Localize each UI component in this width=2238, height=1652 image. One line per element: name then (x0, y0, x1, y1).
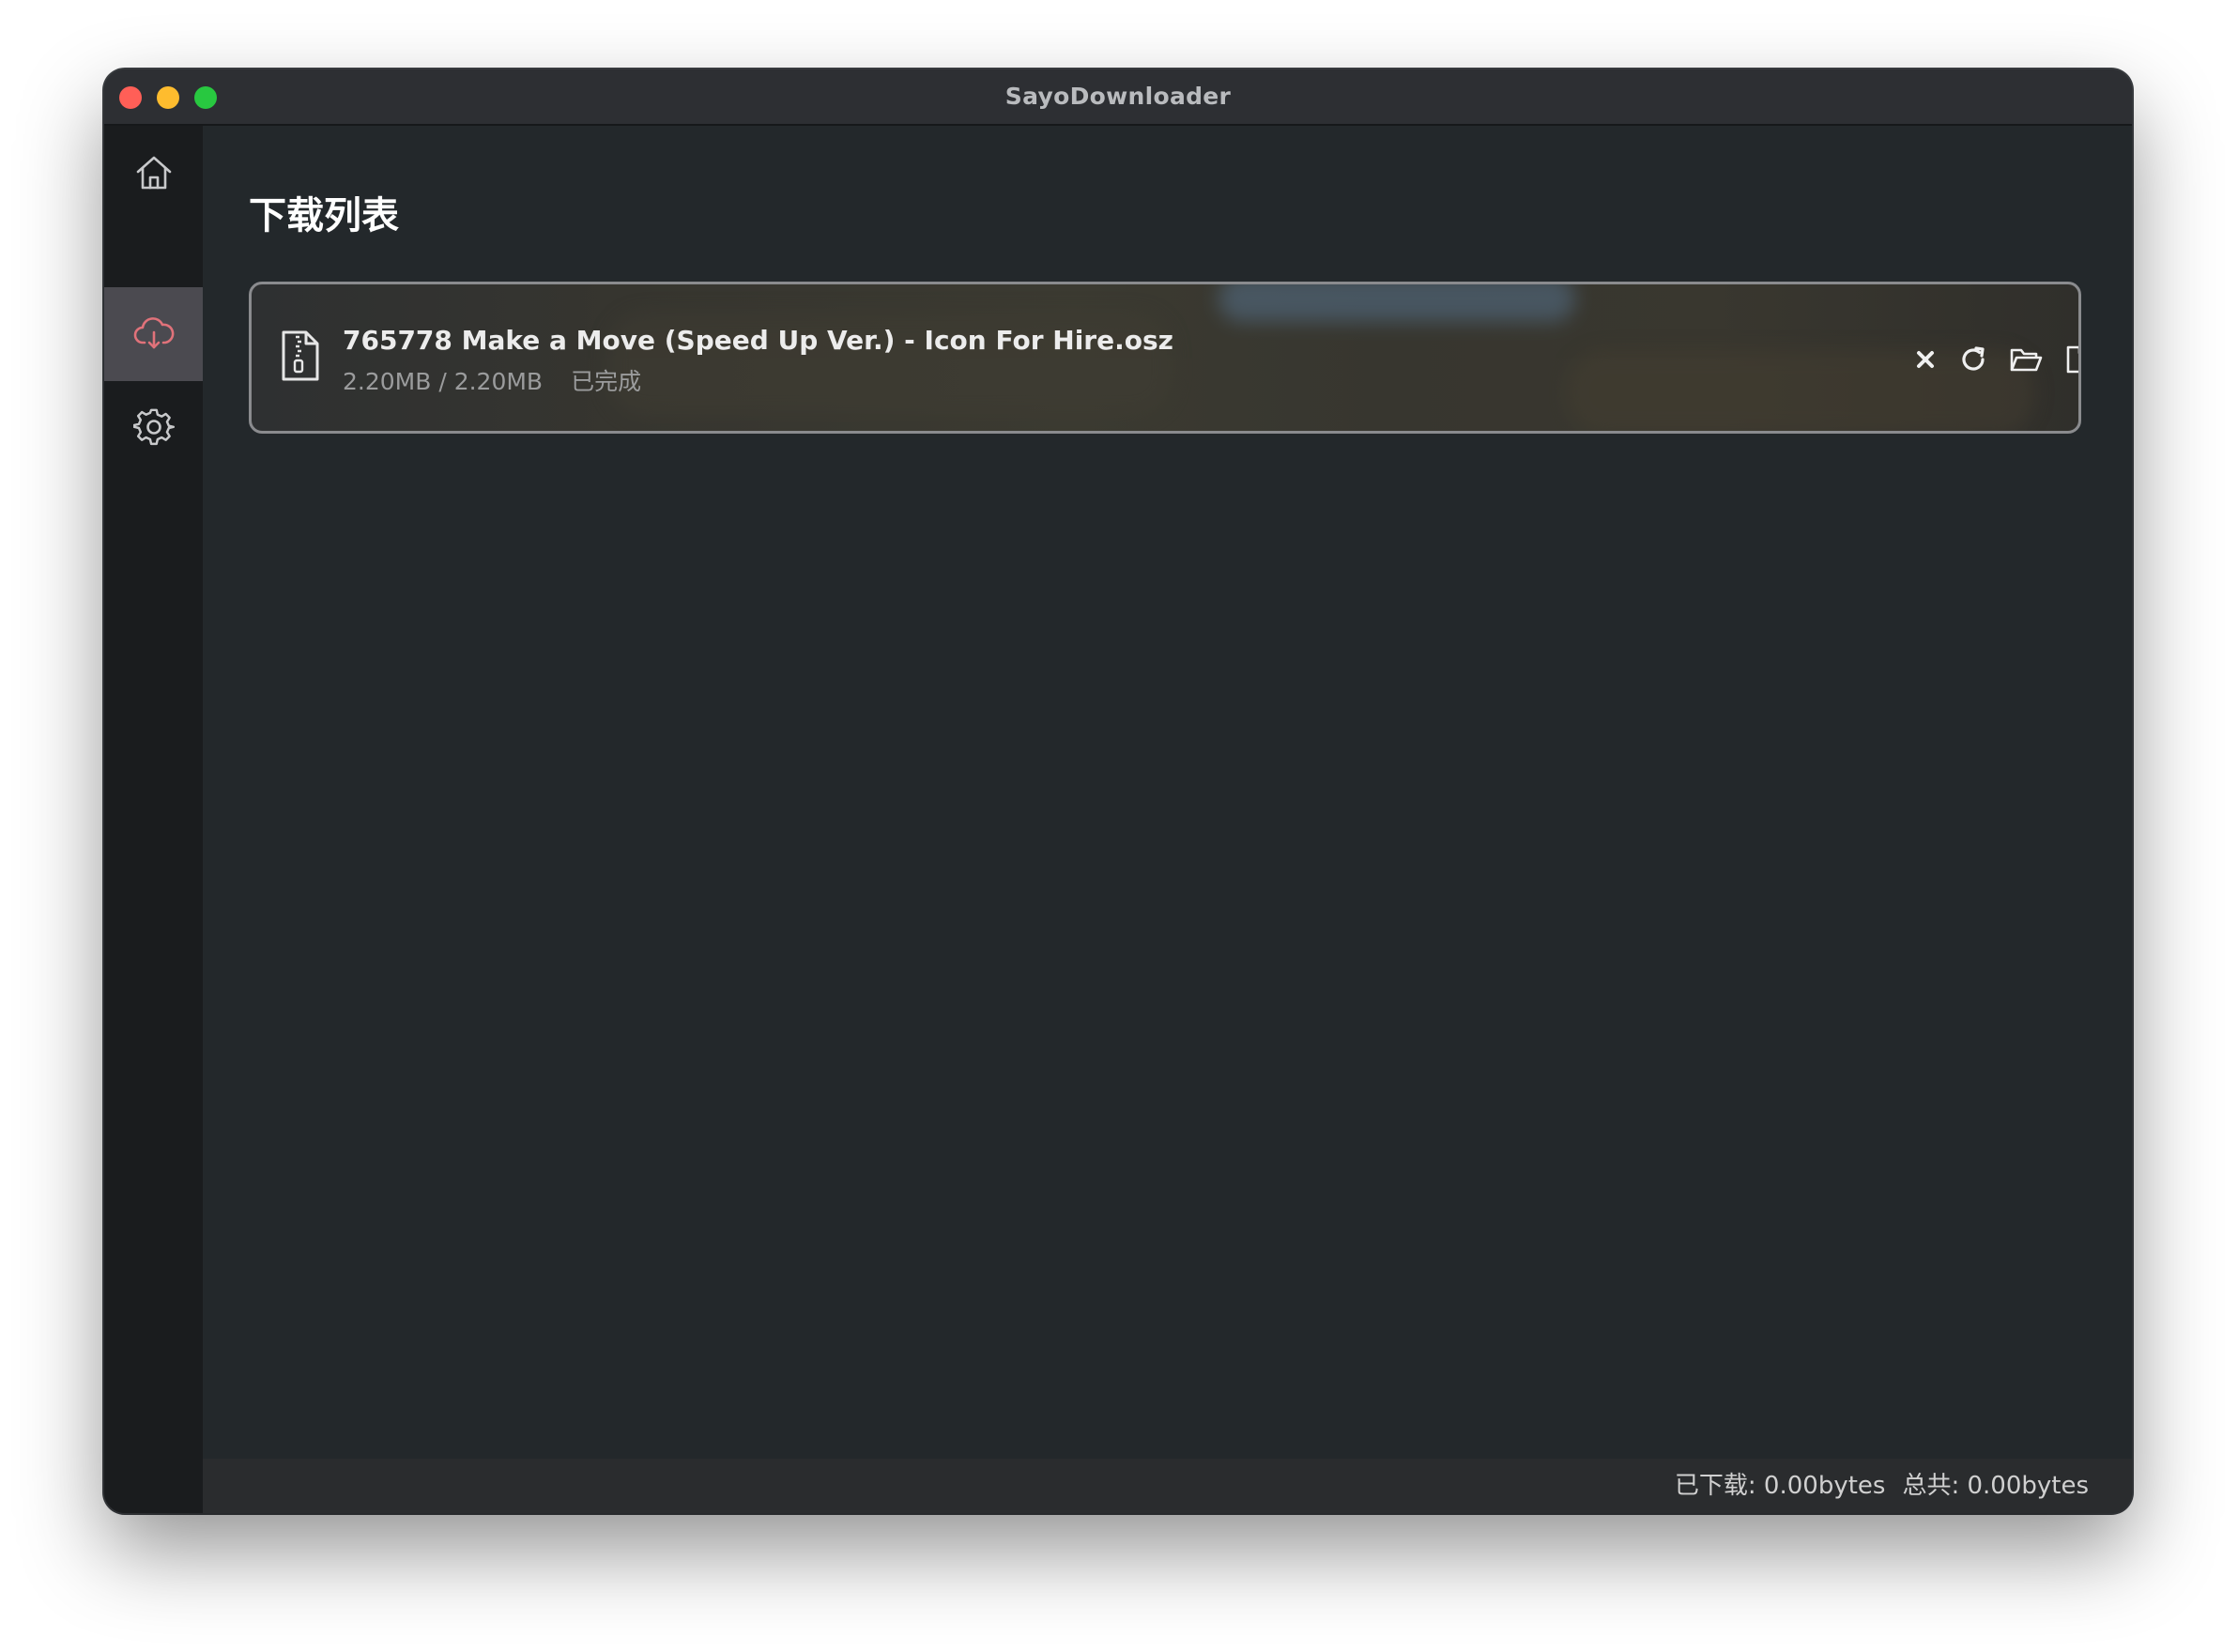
downloaded-stat: 已下载: 0.00bytes (1674, 1472, 1886, 1500)
retry-download-button[interactable] (1954, 343, 1992, 380)
sidebar-item-home[interactable] (104, 126, 203, 220)
remove-download-button[interactable] (1907, 343, 1944, 380)
download-file-name: 765778 Make a Move (Speed Up Ver.) - Ico… (343, 325, 1173, 356)
status-bar: 已下载: 0.00bytes 总共: 0.00bytes (203, 1459, 2132, 1513)
cover-art-blur (1219, 284, 1575, 322)
open-folder-button[interactable] (2007, 343, 2045, 380)
close-icon (1913, 347, 1938, 375)
page-title: 下载列表 (249, 194, 399, 237)
gear-icon (132, 407, 175, 449)
zip-file-icon (280, 329, 321, 386)
window-title: SayoDownloader (1004, 83, 1232, 110)
main-panel: 下载列表 765778 Make a Move (Speed Up Ver.) … (203, 126, 2132, 1513)
download-status: 已完成 (571, 368, 642, 395)
open-file-button[interactable] (2058, 343, 2078, 380)
sidebar-item-settings[interactable] (104, 381, 203, 475)
transfer-stats: 已下载: 0.00bytes 总共: 0.00bytes (1675, 1470, 2089, 1502)
app-window: SayoDownloader 下载列表 765778 Make a Move (… (104, 69, 2132, 1513)
sidebar-item-downloads[interactable] (104, 287, 203, 381)
download-meta: 2.20MB / 2.20MB 已完成 (343, 367, 641, 397)
sidebar (104, 126, 203, 1513)
title-bar[interactable]: SayoDownloader (104, 69, 2132, 126)
retry-icon (1958, 344, 1988, 378)
home-icon (133, 152, 175, 193)
folder-open-icon (2009, 345, 2043, 377)
cloud-download-icon (132, 313, 176, 356)
total-stat: 总共: 0.00bytes (1902, 1472, 2089, 1500)
download-item[interactable]: 765778 Make a Move (Speed Up Ver.) - Ico… (249, 282, 2081, 434)
file-icon (2064, 344, 2078, 378)
download-size: 2.20MB / 2.20MB (343, 368, 544, 395)
